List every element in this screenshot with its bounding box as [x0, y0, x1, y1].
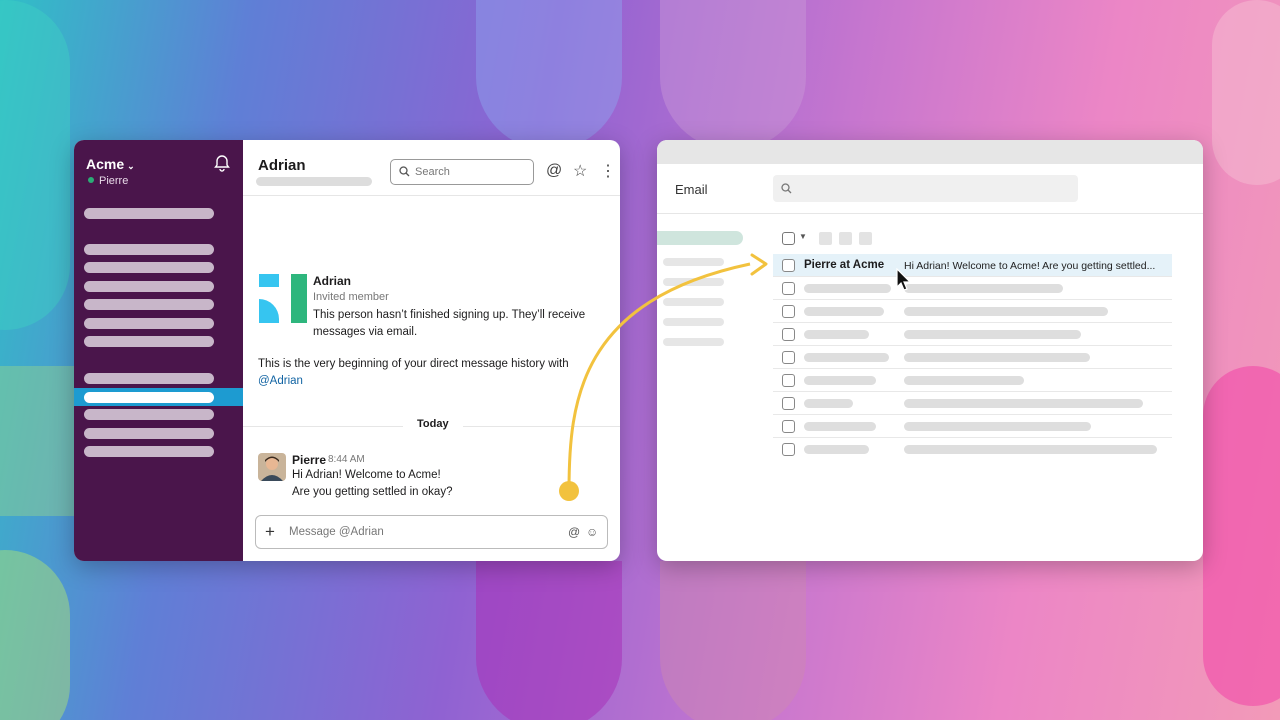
channel-subtitle-placeholder [256, 177, 372, 186]
email-row-selected[interactable]: Pierre at Acme Hi Adrian! Welcome to Acm… [773, 254, 1172, 277]
message-input[interactable]: Message @Adrian [289, 526, 384, 538]
bg-shape [0, 0, 70, 330]
bg-shape [660, 561, 806, 720]
search-input[interactable]: Search [390, 159, 534, 185]
member-role: Invited member [313, 291, 389, 303]
page-title: Adrian [258, 157, 306, 174]
more-options-icon[interactable]: ⋮ [600, 161, 616, 181]
row-checkbox[interactable] [782, 328, 795, 341]
star-icon[interactable]: ☆ [573, 161, 587, 181]
email-snippet: Hi Adrian! Welcome to Acme! Are you gett… [904, 260, 1156, 272]
message-text: Are you getting settled in okay? [292, 486, 453, 498]
sidebar-item[interactable] [84, 373, 214, 384]
bg-shape [1203, 366, 1280, 706]
search-icon [781, 183, 792, 194]
avatar [259, 274, 307, 323]
window-titlebar [657, 140, 1203, 164]
workspace-switcher[interactable]: Acme ⌄ [86, 156, 135, 172]
toolbar-button[interactable] [859, 232, 872, 245]
emoji-icon[interactable]: ☺ [586, 525, 598, 539]
email-row[interactable] [773, 277, 1172, 300]
sidebar-item[interactable] [84, 446, 214, 457]
row-checkbox[interactable] [782, 443, 795, 456]
message-composer[interactable]: + Message @Adrian @ ☺ [255, 515, 608, 549]
sidebar-item[interactable] [663, 258, 724, 266]
sidebar-item[interactable] [84, 336, 214, 347]
toolbar-button[interactable] [839, 232, 852, 245]
plus-icon[interactable]: + [265, 522, 275, 542]
app-title: Email [675, 182, 708, 197]
bg-shape [1212, 0, 1280, 185]
row-checkbox[interactable] [782, 259, 795, 272]
sidebar-item[interactable] [84, 428, 214, 439]
email-sender: Pierre at Acme [804, 259, 885, 271]
chat-app-window: Acme⌄ Pierre Adrian Search @ ☆ ⋮ Adrian [74, 140, 620, 561]
mouse-cursor-icon [896, 268, 912, 291]
sidebar: Acme ⌄ Pierre [74, 140, 243, 561]
member-description: This person hasn’t finished signing up. … [313, 309, 586, 338]
email-row[interactable] [773, 323, 1172, 346]
email-row[interactable] [773, 300, 1172, 323]
bg-shape [0, 366, 74, 516]
chevron-down-icon: ⌄ [127, 161, 135, 171]
row-checkbox[interactable] [782, 282, 795, 295]
sidebar-item[interactable] [84, 244, 214, 255]
row-checkbox[interactable] [782, 397, 795, 410]
email-search-input[interactable] [773, 175, 1078, 202]
bell-icon[interactable] [213, 154, 231, 172]
conversation-intro: This is the very beginning of your direc… [258, 356, 588, 390]
mentions-icon[interactable]: @ [546, 162, 562, 180]
search-icon [399, 166, 410, 177]
email-app-window: Email ▼ Pierre at Acme Hi Adrian! Welcom… [657, 140, 1203, 561]
sidebar-item[interactable] [84, 318, 214, 329]
sidebar-item[interactable] [84, 299, 214, 310]
sidebar-item[interactable] [84, 208, 214, 219]
user-mention-link[interactable]: @Adrian [258, 373, 588, 390]
avatar[interactable] [258, 453, 286, 481]
bg-shape [476, 0, 622, 150]
sidebar-item-adrian[interactable] [74, 388, 243, 406]
bg-shape [0, 550, 70, 720]
row-checkbox[interactable] [782, 420, 795, 433]
chevron-down-icon[interactable]: ▼ [799, 232, 807, 241]
mention-icon[interactable]: @ [568, 525, 580, 539]
online-indicator [88, 177, 94, 183]
bg-shape [476, 561, 622, 720]
header-divider [657, 213, 1203, 214]
message-timestamp[interactable]: 8:44 AM [328, 454, 365, 465]
date-divider-label: Today [403, 418, 463, 430]
select-all-checkbox[interactable] [782, 232, 795, 245]
sidebar-item[interactable] [84, 409, 214, 420]
row-checkbox[interactable] [782, 305, 795, 318]
sidebar-item[interactable] [663, 338, 724, 346]
toolbar-button[interactable] [819, 232, 832, 245]
email-row[interactable] [773, 369, 1172, 392]
row-checkbox[interactable] [782, 374, 795, 387]
email-row[interactable] [773, 392, 1172, 415]
sidebar-item[interactable] [663, 278, 724, 286]
email-row[interactable] [773, 346, 1172, 369]
row-checkbox[interactable] [782, 351, 795, 364]
email-row[interactable] [773, 438, 1172, 461]
message-text: Hi Adrian! Welcome to Acme! [292, 469, 441, 481]
sidebar-item[interactable] [663, 318, 724, 326]
email-row[interactable] [773, 415, 1172, 438]
current-user-status: Pierre [88, 175, 128, 187]
sidebar-item-inbox[interactable] [657, 231, 743, 245]
sidebar-item[interactable] [84, 262, 214, 273]
bg-shape [660, 0, 806, 150]
sidebar-item[interactable] [84, 281, 214, 292]
conversation-pane: Adrian Search @ ☆ ⋮ Adrian Invited membe… [243, 140, 620, 561]
member-name: Adrian [313, 274, 352, 288]
message-sender[interactable]: Pierre [292, 453, 326, 467]
sidebar-item[interactable] [663, 298, 724, 306]
header-divider [243, 195, 620, 196]
